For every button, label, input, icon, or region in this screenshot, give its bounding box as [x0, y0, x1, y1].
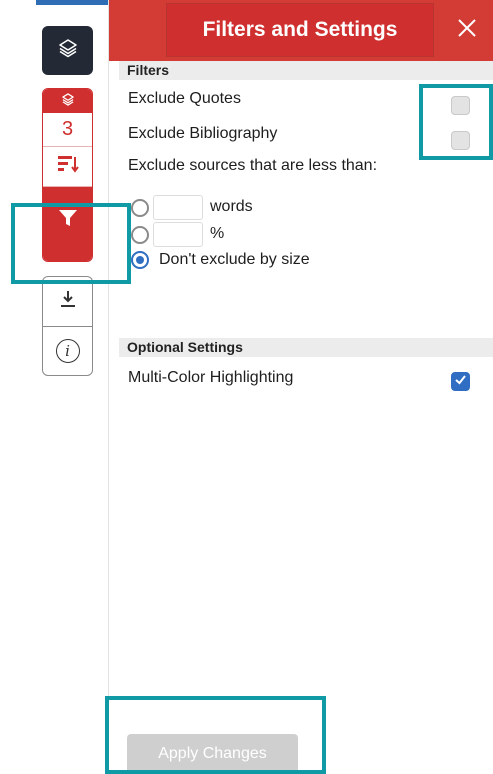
exclude-quotes-label: Exclude Quotes — [128, 90, 241, 107]
layers-button[interactable] — [42, 26, 93, 75]
download-button[interactable] — [43, 277, 92, 327]
exclude-bibliography-checkbox[interactable] — [451, 131, 470, 150]
apply-changes-button[interactable]: Apply Changes — [127, 734, 298, 774]
check-icon — [454, 373, 467, 391]
size-exclusion-prompt: Exclude sources that are less than: — [128, 157, 378, 174]
words-radio[interactable] — [131, 199, 149, 217]
panel-title: Filters and Settings — [202, 18, 398, 41]
percent-radio[interactable] — [131, 226, 149, 244]
top-accent-bar — [36, 0, 108, 5]
download-icon — [58, 289, 78, 314]
multi-color-label: Multi-Color Highlighting — [128, 369, 294, 386]
no-size-label: Don't exclude by size — [159, 251, 310, 268]
exclude-bibliography-label: Exclude Bibliography — [128, 125, 278, 142]
layers-icon — [57, 37, 79, 64]
close-button[interactable] — [441, 0, 493, 61]
match-layers-tab[interactable] — [43, 89, 92, 113]
multi-color-checkbox[interactable] — [451, 372, 470, 391]
download-info-group: i — [42, 276, 93, 376]
info-button[interactable]: i — [43, 327, 92, 375]
filter-button[interactable] — [43, 187, 92, 261]
toolbar-divider — [108, 0, 109, 774]
words-input[interactable] — [153, 195, 203, 220]
layers-icon — [61, 92, 75, 111]
sort-icon — [57, 155, 79, 178]
sort-button[interactable] — [43, 147, 92, 187]
panel-header: Filters and Settings — [109, 0, 493, 61]
filter-icon — [58, 208, 78, 233]
words-unit-label: words — [210, 198, 253, 215]
optional-settings-header: Optional Settings — [119, 338, 493, 357]
info-icon: i — [55, 339, 80, 363]
percent-input[interactable] — [153, 222, 203, 247]
exclude-quotes-checkbox[interactable] — [451, 96, 470, 115]
filters-section-header: Filters — [119, 61, 493, 80]
percent-unit-label: % — [210, 225, 225, 242]
match-count[interactable]: 3 — [43, 113, 92, 147]
close-icon — [457, 18, 477, 43]
match-overview-card: 3 — [42, 88, 93, 262]
no-size-radio[interactable] — [131, 251, 149, 269]
